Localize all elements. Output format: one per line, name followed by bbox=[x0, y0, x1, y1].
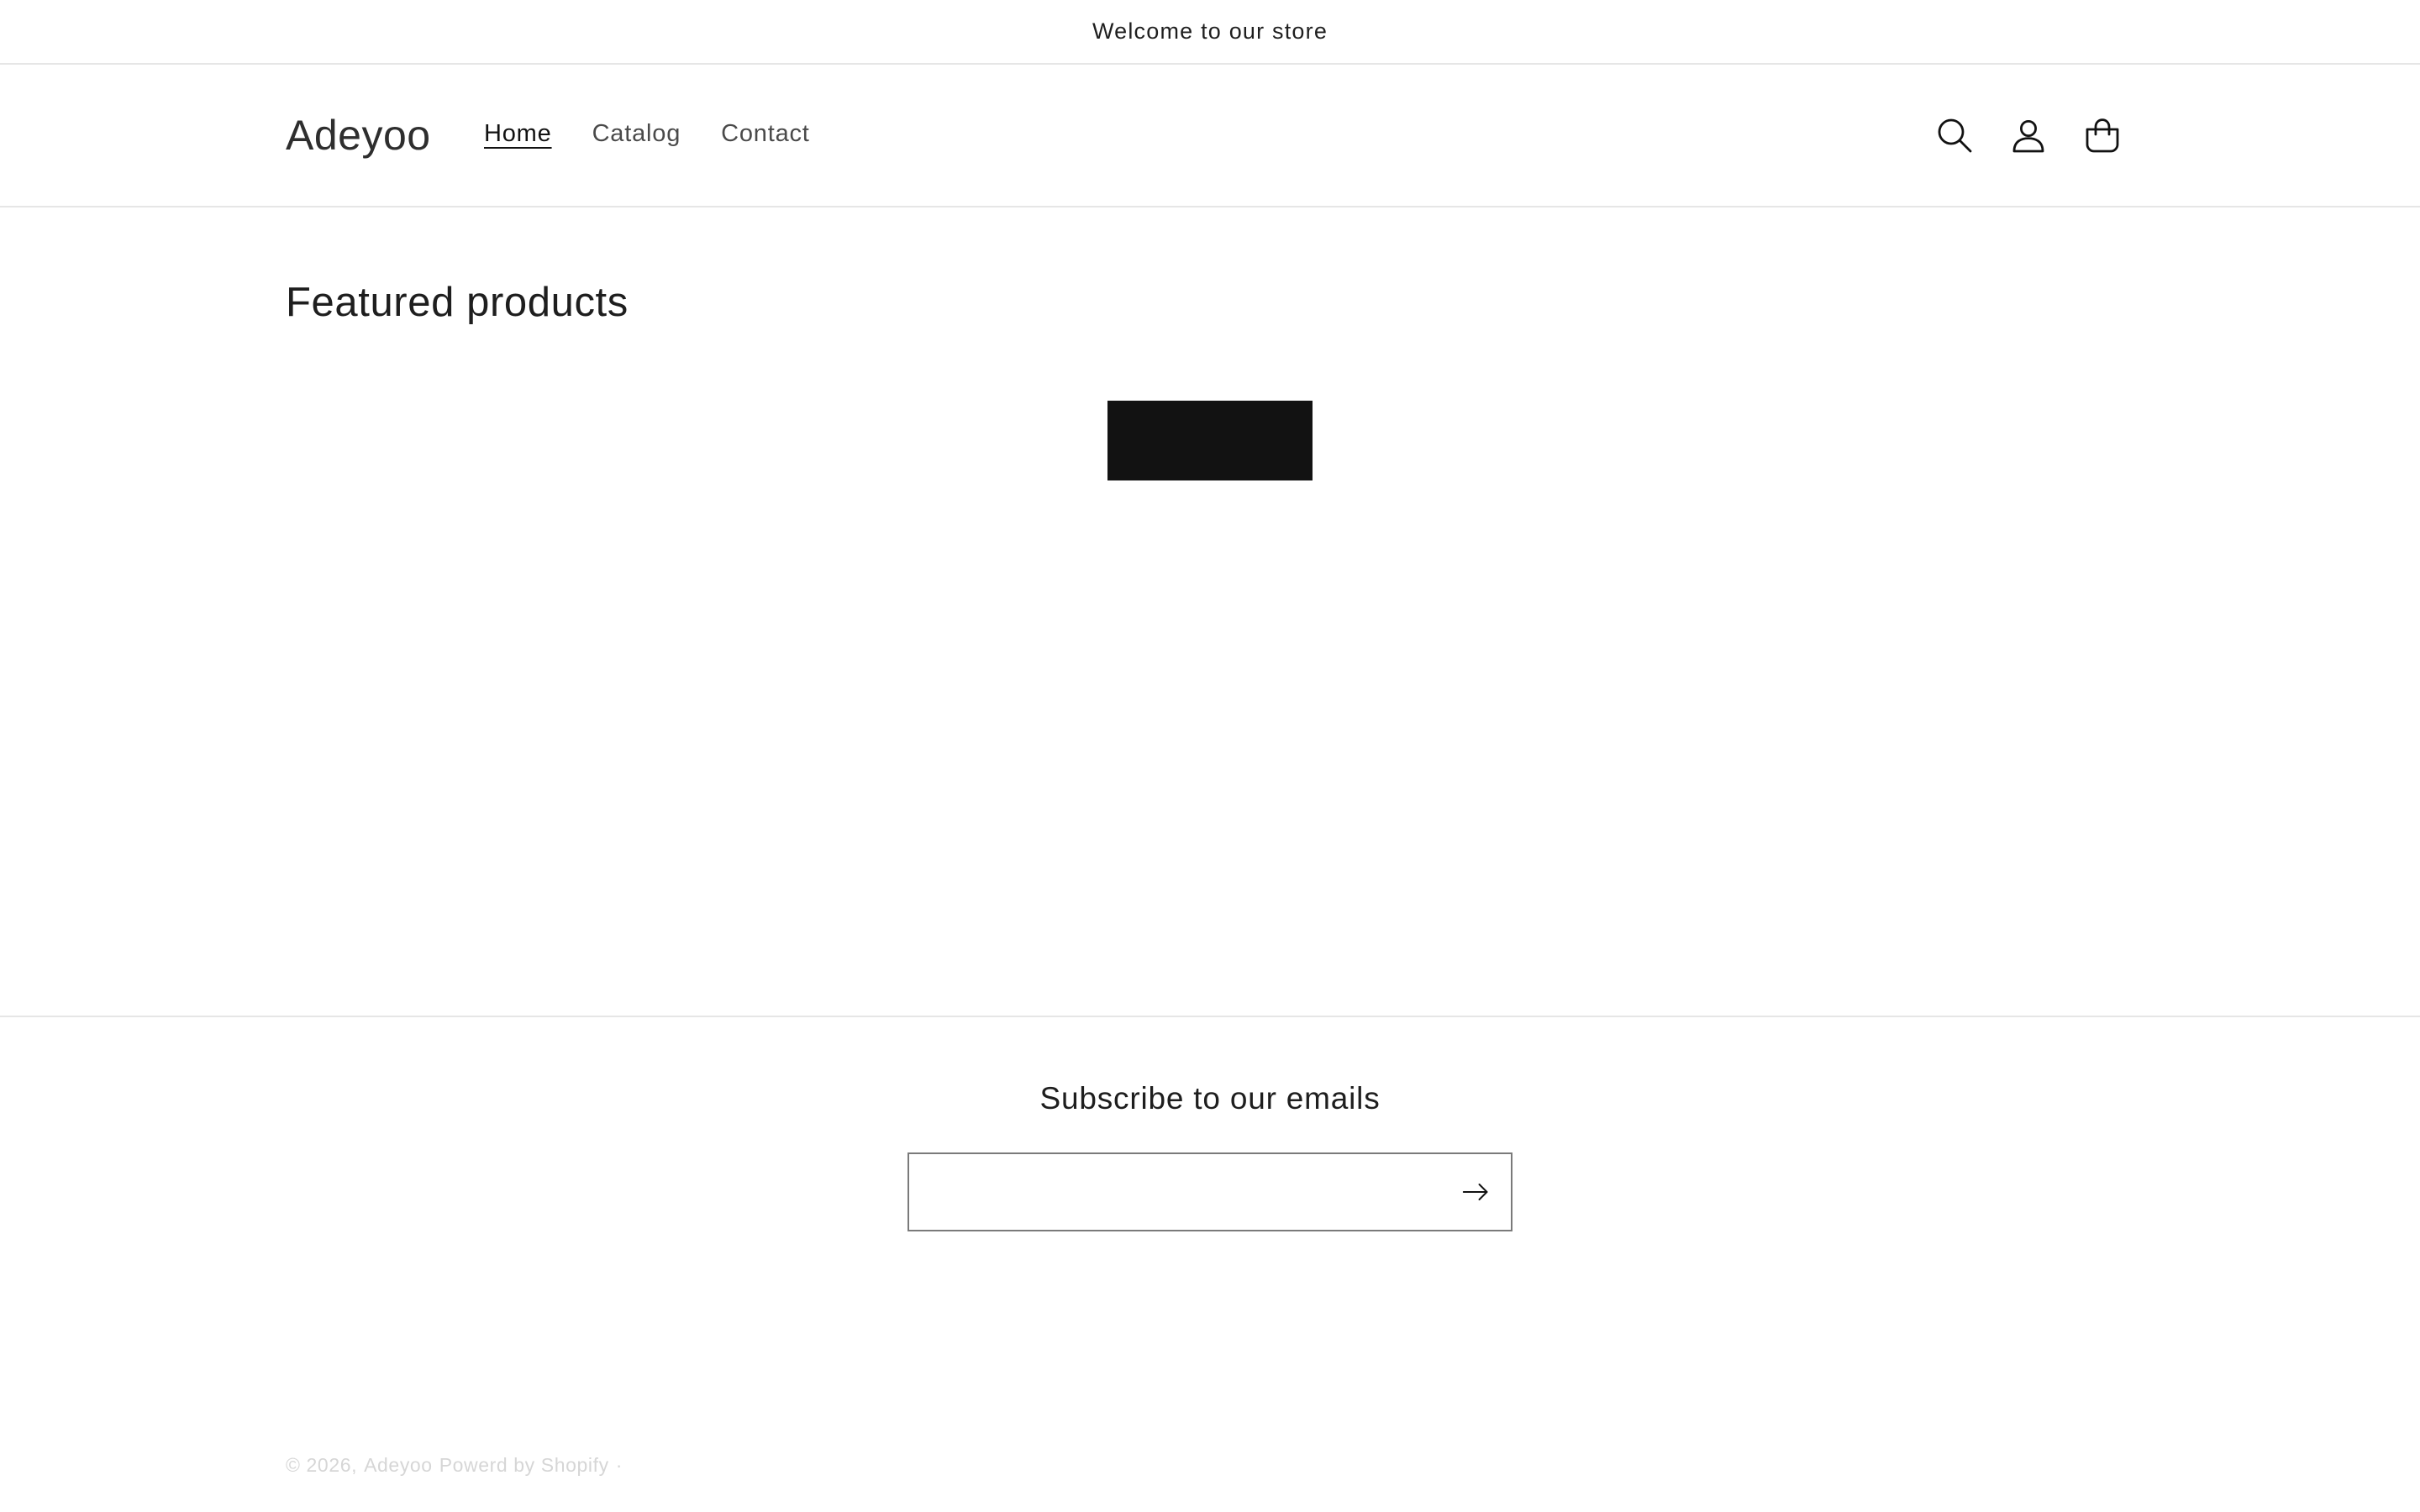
nav-item-home[interactable]: Home bbox=[484, 120, 552, 151]
store-logo[interactable]: Adeyoo bbox=[286, 65, 431, 206]
announcement-bar: Welcome to our store bbox=[0, 0, 2420, 65]
page: Welcome to our store Adeyoo Home Catalog… bbox=[0, 0, 2420, 1512]
view-all-button[interactable] bbox=[1107, 401, 1313, 480]
featured-products-title: Featured products bbox=[286, 280, 629, 325]
cart-button[interactable] bbox=[2065, 98, 2139, 172]
powered-by-link[interactable]: Powerd by Shopify bbox=[439, 1454, 609, 1477]
copyright: © 2026, Adeyoo Powerd by Shopify · bbox=[286, 1454, 623, 1477]
cart-icon bbox=[2086, 118, 2119, 153]
subscribe-submit-button[interactable] bbox=[1452, 1168, 1499, 1215]
copyright-separator: · bbox=[615, 1454, 623, 1476]
header-icons bbox=[1918, 65, 2139, 206]
account-icon bbox=[2012, 119, 2044, 153]
site-footer: Subscribe to our emails © 2026, Adeyoo P… bbox=[0, 1016, 2420, 1512]
site-header: Adeyoo Home Catalog Contact bbox=[0, 65, 2420, 207]
subscribe-title: Subscribe to our emails bbox=[1039, 1081, 1381, 1116]
search-icon bbox=[1938, 118, 1972, 153]
copyright-prefix: © 2026, bbox=[286, 1454, 358, 1476]
newsletter-form bbox=[908, 1152, 1512, 1231]
arrow-right-icon bbox=[1462, 1184, 1488, 1200]
announcement-text: Welcome to our store bbox=[1092, 18, 1328, 44]
nav-item-catalog[interactable]: Catalog bbox=[592, 120, 681, 151]
email-input[interactable] bbox=[909, 1154, 1430, 1230]
main-nav: Home Catalog Contact bbox=[484, 65, 850, 206]
nav-item-contact[interactable]: Contact bbox=[721, 120, 810, 151]
account-button[interactable] bbox=[1991, 98, 2065, 172]
copyright-store-link[interactable]: Adeyoo bbox=[364, 1454, 433, 1477]
search-button[interactable] bbox=[1918, 98, 1991, 172]
